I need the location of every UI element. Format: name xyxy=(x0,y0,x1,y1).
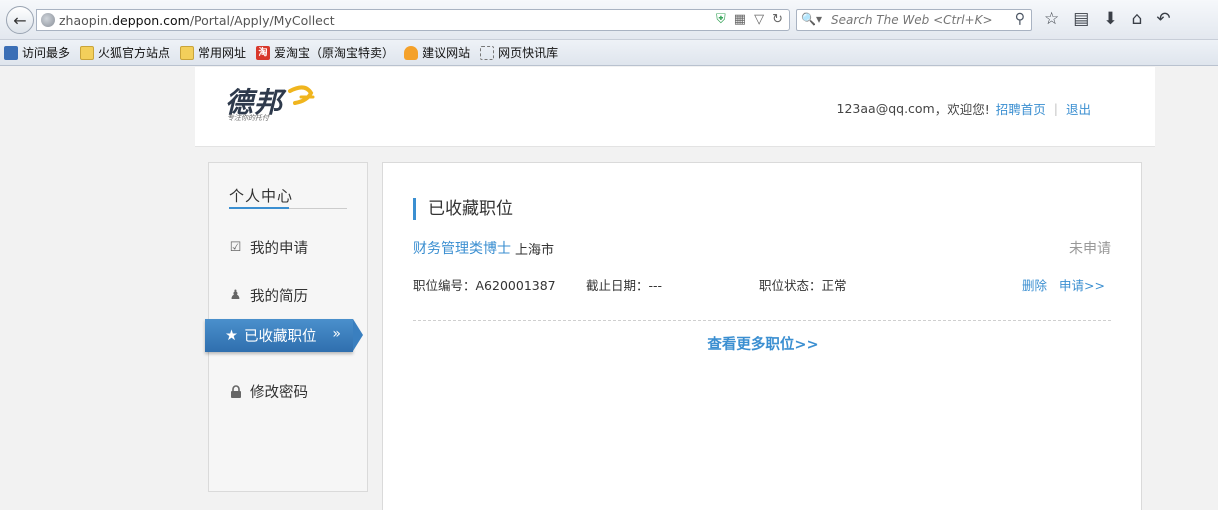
site-header: 德邦 专注你的托付 123aa@qq.com ，欢迎您! 招聘首页 | 退出 xyxy=(195,67,1155,147)
bookmark-label: 爱淘宝（原淘宝特卖） xyxy=(274,46,395,60)
url-icons: ⛨ ▦ ▽ ↻ xyxy=(716,12,783,27)
lock-icon xyxy=(229,385,242,398)
job-title-link[interactable]: 财务管理类博士 xyxy=(413,238,511,258)
download-icon[interactable]: ⬇ xyxy=(1103,9,1117,29)
sidebar-title-accent xyxy=(229,207,289,209)
job-code: 职位编号：A620001387 xyxy=(413,278,556,293)
webslice-icon xyxy=(480,45,495,60)
address-bar[interactable]: zhaopin.deppon.com/Portal/Apply/MyCollec… xyxy=(36,9,790,31)
url-domain: deppon.com xyxy=(112,13,190,28)
bookmark-star-icon[interactable]: ☆ xyxy=(1044,9,1059,29)
job-item: 财务管理类博士 上海市 未申请 xyxy=(413,238,1111,258)
bookmarks-bar: 访问最多 火狐官方站点 常用网址 淘爱淘宝（原淘宝特卖） 建议网站 网页快讯库 xyxy=(0,40,1218,66)
dashed-divider xyxy=(413,320,1111,321)
bookmark-web-slices[interactable]: 网页快讯库 xyxy=(480,44,558,61)
recruit-home-link[interactable]: 招聘首页 xyxy=(996,99,1046,118)
qrcode-icon[interactable]: ▦ xyxy=(734,12,746,27)
star-icon: ★ xyxy=(225,327,238,344)
logo-tagline: 专注你的托付 xyxy=(227,114,269,122)
chevron-right-icon: » xyxy=(332,326,341,342)
shield-icon[interactable]: ⛨ xyxy=(716,12,726,27)
search-engine-icon[interactable]: 🔍▾ xyxy=(801,12,822,26)
url-text: zhaopin.deppon.com/Portal/Apply/MyCollec… xyxy=(59,13,335,28)
user-email: 123aa@qq.com xyxy=(836,101,935,116)
job-state: 职位状态：正常 xyxy=(759,278,847,293)
web-search-input[interactable] xyxy=(831,12,1001,28)
bookmark-firefox-official[interactable]: 火狐官方站点 xyxy=(80,44,170,61)
welcome-text: ，欢迎您! xyxy=(934,102,990,117)
url-prefix: zhaopin. xyxy=(59,13,113,28)
folder-icon xyxy=(80,45,95,60)
bookmark-label: 火狐官方站点 xyxy=(98,46,171,60)
dropdown-arrow-icon[interactable]: ▽ xyxy=(754,12,764,27)
web-search-box[interactable]: 🔍▾ ⚲ xyxy=(796,9,1032,31)
bookmark-suggested-sites[interactable]: 建议网站 xyxy=(404,44,470,61)
globe-icon xyxy=(41,13,55,27)
search-icon[interactable]: ⚲ xyxy=(1015,11,1025,27)
deppon-logo[interactable]: 德邦 专注你的托付 xyxy=(225,81,325,125)
sidebar-item-label: 修改密码 xyxy=(250,385,308,401)
job-apply-status: 未申请 xyxy=(1069,241,1111,257)
job-actions: 删除 申请>> xyxy=(1022,275,1105,294)
separator: | xyxy=(1053,101,1058,116)
browser-toolbar: ← zhaopin.deppon.com/Portal/Apply/MyColl… xyxy=(0,0,1218,40)
taobao-icon: 淘 xyxy=(256,45,271,60)
home-icon[interactable]: ⌂ xyxy=(1132,9,1143,29)
bookmark-label: 网页快讯库 xyxy=(498,46,559,60)
sidebar-title: 个人中心 xyxy=(229,187,294,205)
reload-icon[interactable]: ↻ xyxy=(772,12,783,27)
apply-button[interactable]: 申请>> xyxy=(1059,275,1105,294)
sidebar-item-label: 我的申请 xyxy=(250,241,308,257)
sidebar-item-label: 我的简历 xyxy=(250,289,308,305)
active-item-pointer xyxy=(353,319,363,351)
undo-icon[interactable]: ↶ xyxy=(1156,9,1170,29)
toolbar-icons: ☆ ▤ ⬇ ⌂ ↶ xyxy=(1044,9,1171,29)
url-path: /Portal/Apply/MyCollect xyxy=(189,13,335,28)
page-content: 德邦 专注你的托付 123aa@qq.com ，欢迎您! 招聘首页 | 退出 个… xyxy=(0,67,1218,510)
page-title: 已收藏职位 xyxy=(413,198,513,220)
sidebar-item-my-applications[interactable]: ☑ 我的申请 xyxy=(229,237,308,258)
bookmark-label: 建议网站 xyxy=(422,46,471,60)
bulb-icon xyxy=(404,45,419,60)
delete-button[interactable]: 删除 xyxy=(1022,275,1047,294)
job-city: 上海市 xyxy=(515,242,555,258)
sidebar-item-change-password[interactable]: 修改密码 xyxy=(229,381,308,402)
sidebar-item-saved-jobs[interactable]: ★ 已收藏职位 » xyxy=(205,319,353,352)
clipboard-icon[interactable]: ▤ xyxy=(1073,9,1089,29)
logo-swoosh-icon xyxy=(288,85,315,105)
job-deadline: 截止日期：--- xyxy=(586,278,663,293)
bookmark-aitaobao[interactable]: 淘爱淘宝（原淘宝特卖） xyxy=(256,44,394,61)
sidebar-item-my-resume[interactable]: ♟ 我的简历 xyxy=(229,285,308,306)
bookmark-common-sites[interactable]: 常用网址 xyxy=(180,44,246,61)
bookmark-label: 常用网址 xyxy=(198,46,247,60)
bookmark-most-visited[interactable]: 访问最多 xyxy=(4,44,70,61)
bookmark-icon xyxy=(4,45,18,60)
main-panel: 已收藏职位 财务管理类博士 上海市 未申请 职位编号：A620001387 截止… xyxy=(382,162,1142,510)
logout-link[interactable]: 退出 xyxy=(1066,99,1091,118)
sidebar-item-label: 已收藏职位 xyxy=(244,329,317,345)
bookmark-label: 访问最多 xyxy=(22,46,71,60)
view-more-jobs-link[interactable]: 查看更多职位>> xyxy=(383,333,1143,354)
sidebar: 个人中心 ☑ 我的申请 ♟ 我的简历 ★ 已收藏职位 » 修改密码 xyxy=(205,162,368,492)
user-icon: ♟ xyxy=(229,288,242,303)
user-area: 123aa@qq.com ，欢迎您! 招聘首页 | 退出 xyxy=(837,99,1091,118)
checkbox-icon: ☑ xyxy=(229,240,242,255)
back-arrow-icon[interactable]: ← xyxy=(6,6,34,34)
folder-icon xyxy=(180,45,195,60)
